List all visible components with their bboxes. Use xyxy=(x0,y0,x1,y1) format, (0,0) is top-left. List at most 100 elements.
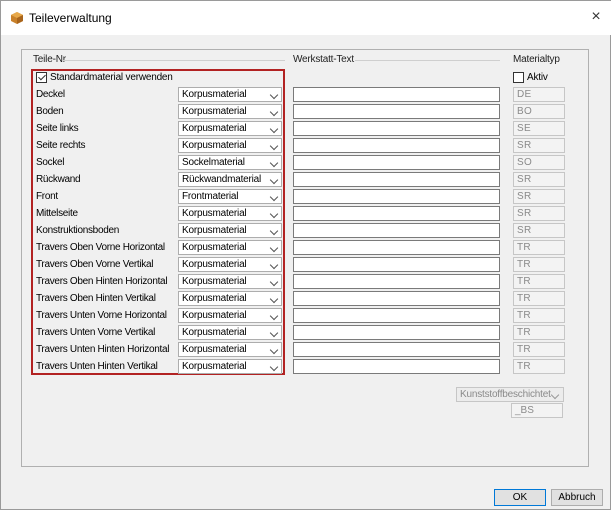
material-type-code: TR xyxy=(513,342,565,357)
chevron-down-icon xyxy=(269,141,279,151)
part-label: Mittelseite xyxy=(36,208,78,219)
header-divider xyxy=(63,60,285,61)
coating-select[interactable]: Kunststoffbeschichtet xyxy=(456,387,564,402)
part-label: Travers Unten Hinten Horizontal xyxy=(36,344,170,355)
workshop-text-input[interactable] xyxy=(293,206,500,221)
part-label: Konstruktionsboden xyxy=(36,225,119,236)
workshop-text-input[interactable] xyxy=(293,240,500,255)
title-bar: Teileverwaltung × xyxy=(1,1,611,35)
workshop-text-input[interactable] xyxy=(293,325,500,340)
material-type-code: TR xyxy=(513,257,565,272)
chevron-down-icon xyxy=(269,90,279,100)
chevron-down-icon xyxy=(269,260,279,270)
part-label: Travers Oben Vorne Horizontal xyxy=(36,242,165,253)
workshop-text-input[interactable] xyxy=(293,155,500,170)
part-label: Sockel xyxy=(36,157,65,168)
cancel-button[interactable]: Abbruch xyxy=(551,489,603,506)
header-material-type: Materialtyp xyxy=(513,54,560,65)
workshop-text-input[interactable] xyxy=(293,172,500,187)
material-select-value: Korpusmaterial xyxy=(182,208,247,219)
material-select[interactable]: Korpusmaterial xyxy=(178,104,282,119)
material-type-code: TR xyxy=(513,308,565,323)
material-type-code: TR xyxy=(513,274,565,289)
part-label: Seite rechts xyxy=(36,140,86,151)
workshop-text-input[interactable] xyxy=(293,342,500,357)
material-select[interactable]: Rückwandmaterial xyxy=(178,172,282,187)
workshop-text-input[interactable] xyxy=(293,104,500,119)
chevron-down-icon xyxy=(269,107,279,117)
material-select[interactable]: Sockelmaterial xyxy=(178,155,282,170)
chevron-down-icon xyxy=(269,345,279,355)
material-select[interactable]: Korpusmaterial xyxy=(178,274,282,289)
chevron-down-icon xyxy=(269,311,279,321)
workshop-text-input[interactable] xyxy=(293,87,500,102)
part-label: Travers Unten Vorne Horizontal xyxy=(36,310,167,321)
material-select-value: Korpusmaterial xyxy=(182,310,247,321)
material-select-value: Korpusmaterial xyxy=(182,344,247,355)
window-title: Teileverwaltung xyxy=(29,11,112,25)
material-select-value: Korpusmaterial xyxy=(182,327,247,338)
box-icon xyxy=(11,12,23,24)
material-select-value: Korpusmaterial xyxy=(182,123,247,134)
material-select[interactable]: Frontmaterial xyxy=(178,189,282,204)
material-select-value: Korpusmaterial xyxy=(182,361,247,372)
part-label: Seite links xyxy=(36,123,79,134)
workshop-text-input[interactable] xyxy=(293,274,500,289)
material-type-code: TR xyxy=(513,325,565,340)
chevron-down-icon xyxy=(269,175,279,185)
part-label: Rückwand xyxy=(36,174,81,185)
standard-material-checkbox[interactable] xyxy=(36,72,47,83)
ok-button[interactable]: OK xyxy=(494,489,546,506)
material-select[interactable]: Korpusmaterial xyxy=(178,291,282,306)
chevron-down-icon xyxy=(269,277,279,287)
material-select[interactable]: Korpusmaterial xyxy=(178,308,282,323)
chevron-down-icon xyxy=(269,226,279,236)
material-select-value: Korpusmaterial xyxy=(182,242,247,253)
material-select[interactable]: Korpusmaterial xyxy=(178,206,282,221)
material-select[interactable]: Korpusmaterial xyxy=(178,342,282,357)
close-icon[interactable]: × xyxy=(586,7,606,27)
part-label: Boden xyxy=(36,106,64,117)
material-select[interactable]: Korpusmaterial xyxy=(178,240,282,255)
material-select[interactable]: Korpusmaterial xyxy=(178,87,282,102)
workshop-text-input[interactable] xyxy=(293,223,500,238)
chevron-down-icon xyxy=(269,158,279,168)
material-type-code: TR xyxy=(513,291,565,306)
material-type-code: SR xyxy=(513,172,565,187)
material-select-value: Korpusmaterial xyxy=(182,106,247,117)
workshop-text-input[interactable] xyxy=(293,308,500,323)
standard-material-label: Standardmaterial verwenden xyxy=(50,72,173,83)
material-select[interactable]: Korpusmaterial xyxy=(178,223,282,238)
workshop-text-input[interactable] xyxy=(293,257,500,272)
material-type-code: BO xyxy=(513,104,565,119)
material-type-code: SO xyxy=(513,155,565,170)
header-part-no: Teile-Nr xyxy=(33,54,66,65)
workshop-text-input[interactable] xyxy=(293,359,500,374)
material-select-value: Rückwandmaterial xyxy=(182,174,262,185)
material-select-value: Korpusmaterial xyxy=(182,89,247,100)
chevron-down-icon xyxy=(550,390,560,400)
material-select[interactable]: Korpusmaterial xyxy=(178,257,282,272)
part-label: Front xyxy=(36,191,58,202)
chevron-down-icon xyxy=(269,294,279,304)
material-type-code: TR xyxy=(513,359,565,374)
chevron-down-icon xyxy=(269,362,279,372)
workshop-text-input[interactable] xyxy=(293,189,500,204)
part-label: Travers Oben Hinten Horizontal xyxy=(36,276,168,287)
material-select[interactable]: Korpusmaterial xyxy=(178,359,282,374)
material-select-value: Korpusmaterial xyxy=(182,276,247,287)
material-select[interactable]: Korpusmaterial xyxy=(178,138,282,153)
aktiv-checkbox[interactable] xyxy=(513,72,524,83)
part-label: Travers Oben Vorne Vertikal xyxy=(36,259,154,270)
material-type-code: SE xyxy=(513,121,565,136)
material-select-value: Korpusmaterial xyxy=(182,140,247,151)
coating-suffix-field: _BS xyxy=(511,403,563,418)
workshop-text-input[interactable] xyxy=(293,121,500,136)
material-type-code: DE xyxy=(513,87,565,102)
workshop-text-input[interactable] xyxy=(293,291,500,306)
material-select[interactable]: Korpusmaterial xyxy=(178,121,282,136)
material-select-value: Frontmaterial xyxy=(182,191,239,202)
workshop-text-input[interactable] xyxy=(293,138,500,153)
material-select-value: Sockelmaterial xyxy=(182,157,245,168)
material-select[interactable]: Korpusmaterial xyxy=(178,325,282,340)
